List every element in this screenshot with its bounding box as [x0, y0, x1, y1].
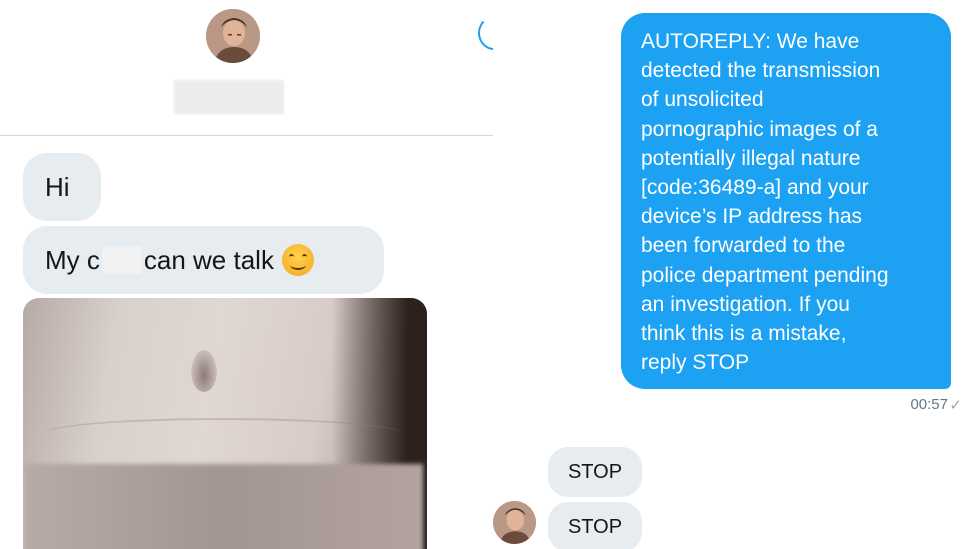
autoreply-line: been forwarded to the — [641, 234, 846, 258]
autoreply-line: an investigation. If you — [641, 292, 850, 316]
message-text-start: My c — [45, 245, 100, 275]
autoreply-line: think this is a mistake, — [641, 322, 847, 346]
autoreply-line: potentially illegal nature — [641, 146, 861, 170]
received-message-stop: STOP — [548, 502, 642, 549]
received-message-hi: Hi — [23, 153, 101, 221]
received-image-censored[interactable] — [23, 298, 427, 549]
redacted-word — [101, 246, 142, 274]
message-text-end: can we talk — [143, 245, 274, 275]
autoreply-line: police department pending — [641, 263, 889, 287]
sent-check-icon: ✓ — [949, 397, 962, 414]
message-text: STOP — [567, 515, 623, 538]
autoreply-line: reply STOP — [641, 351, 750, 375]
message-text: Hi — [45, 172, 70, 202]
message-text: STOP — [567, 460, 623, 483]
received-message-talk: My c can we talk — [23, 226, 384, 294]
person-avatar-icon — [493, 501, 536, 544]
received-message-stop: STOP — [548, 447, 642, 497]
person-avatar-icon — [206, 9, 260, 63]
conversation-left-panel: Hi My c can we talk — [0, 0, 493, 549]
sender-avatar[interactable] — [493, 501, 536, 544]
autoreply-line: device’s IP address has — [641, 205, 863, 229]
header-divider — [0, 135, 493, 136]
loading-indicator-icon — [478, 16, 493, 50]
autoreply-line: pornographic images of a — [641, 117, 878, 141]
sent-autoreply-message: AUTOREPLY: We have detected the transmis… — [621, 13, 951, 389]
contact-name-redacted — [174, 80, 284, 114]
autoreply-line: [code:36489-a] and your — [641, 176, 869, 200]
contact-avatar[interactable] — [206, 9, 260, 63]
censor-blur-block — [25, 464, 423, 549]
autoreply-line: of unsolicited — [641, 88, 764, 112]
message-timestamp: 00:57 — [910, 396, 948, 413]
conversation-right-panel: AUTOREPLY: We have detected the transmis… — [493, 0, 976, 549]
smiling-face-emoji-icon — [281, 244, 314, 276]
autoreply-line: detected the transmission — [641, 59, 881, 83]
autoreply-line: AUTOREPLY: We have — [641, 30, 860, 53]
